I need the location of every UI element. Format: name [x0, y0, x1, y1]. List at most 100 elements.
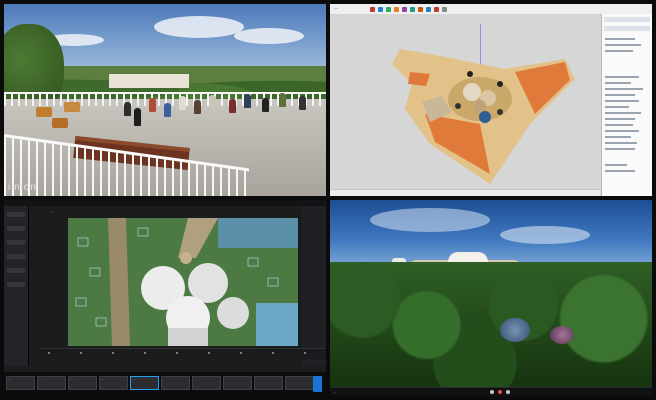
timeline-marker[interactable] — [240, 352, 242, 354]
outliner-item[interactable] — [605, 170, 635, 172]
window-title: ... — [334, 5, 339, 11]
dome — [474, 100, 486, 112]
timeline-marker[interactable] — [144, 352, 146, 354]
scene-thumbnail[interactable] — [254, 376, 283, 390]
person — [244, 94, 251, 108]
person — [149, 98, 156, 112]
scene-thumbnail[interactable]: ... — [68, 376, 97, 390]
toolbar-tool-icon[interactable] — [442, 7, 447, 12]
person — [124, 102, 131, 116]
lounge-chair — [36, 107, 52, 117]
scene-thumbnail[interactable]: ... — [99, 376, 128, 390]
cloud — [154, 16, 244, 38]
person — [262, 98, 269, 112]
person — [179, 96, 186, 110]
playback-bar: ... — [330, 387, 652, 396]
cloud — [370, 208, 490, 232]
render-editor-window: ... ... ... ... ... ... — [4, 200, 326, 396]
toolbar-tool-icon[interactable] — [378, 7, 383, 12]
panel-header[interactable] — [604, 17, 650, 22]
scene-thumbnail[interactable]: ... — [6, 376, 35, 390]
view-tab-title[interactable]: ... — [50, 209, 53, 214]
outliner-item[interactable] — [605, 82, 631, 84]
toolbar-tool-icon[interactable] — [394, 7, 399, 12]
outliner-item[interactable] — [605, 44, 641, 46]
sidebar-tool-button[interactable] — [7, 226, 25, 231]
flower-bed — [500, 318, 530, 342]
thumbnail-label: ... — [8, 377, 11, 381]
outliner-item[interactable] — [605, 76, 639, 78]
scene-thumbnail[interactable] — [161, 376, 190, 390]
sidebar-tool-button[interactable] — [7, 268, 25, 273]
forest — [330, 262, 652, 388]
sidebar-tool-button[interactable] — [7, 282, 25, 287]
thumbnail-label: ... — [132, 377, 135, 381]
scene-thumbnail[interactable] — [192, 376, 221, 390]
outliner-item[interactable] — [605, 50, 633, 52]
sidebar-tool-button[interactable] — [7, 240, 25, 245]
pool — [479, 111, 491, 123]
outliner-item[interactable] — [605, 124, 633, 126]
toolbar-tool-icon[interactable] — [418, 7, 423, 12]
timeline-marker[interactable] — [176, 352, 178, 354]
outliner-item[interactable] — [605, 118, 635, 120]
panel-header[interactable] — [604, 26, 650, 31]
lounge-chair — [64, 102, 80, 112]
thumbnail-label: ... — [70, 377, 73, 381]
toolbar-tool-icon[interactable] — [386, 7, 391, 12]
previous-icon[interactable] — [490, 390, 494, 394]
timeline-bar[interactable] — [40, 348, 326, 359]
toolbar-tool-icon[interactable] — [370, 7, 375, 12]
person — [299, 96, 306, 110]
outliner-item[interactable] — [605, 136, 631, 138]
timeline-marker[interactable] — [304, 352, 306, 354]
outliner-item[interactable] — [605, 88, 643, 90]
toolbar-tool-icon[interactable] — [434, 7, 439, 12]
outliner-item[interactable] — [605, 142, 637, 144]
outliner-item[interactable] — [605, 130, 639, 132]
toolbar-tool-icon[interactable] — [402, 7, 407, 12]
aerial-scene — [68, 218, 298, 346]
watermark-logo: imion — [8, 182, 37, 193]
scene-thumbnail[interactable] — [223, 376, 252, 390]
tree-marker — [467, 71, 473, 77]
left-toolbar — [4, 206, 29, 366]
timeline-marker[interactable] — [208, 352, 210, 354]
cloud — [500, 226, 590, 244]
outliner-item[interactable] — [605, 164, 627, 166]
outliner-item[interactable] — [605, 148, 635, 150]
timeline-marker[interactable] — [80, 352, 82, 354]
timeline-marker[interactable] — [112, 352, 114, 354]
title-bar — [4, 200, 326, 206]
next-icon[interactable] — [506, 390, 510, 394]
scene-thumbnail[interactable] — [285, 376, 314, 390]
person — [209, 95, 216, 109]
scene-thumbnail[interactable]: ... — [37, 376, 66, 390]
toolbar-tool-icon[interactable] — [426, 7, 431, 12]
building-roof — [448, 252, 488, 262]
modeling-app-window: ... — [330, 4, 652, 196]
outliner-item[interactable] — [605, 100, 639, 102]
sidebar-tool-button[interactable] — [7, 212, 25, 217]
outliner-item[interactable] — [605, 94, 635, 96]
tree-marker — [497, 81, 503, 87]
timeline-marker[interactable] — [272, 352, 274, 354]
add-scene-button[interactable] — [313, 376, 322, 392]
outliner-item[interactable] — [605, 38, 635, 40]
3d-viewport[interactable] — [330, 14, 600, 196]
scene-thumbnail-active[interactable]: ... — [130, 376, 159, 390]
status-bar — [330, 189, 600, 196]
status-text: ... — [333, 389, 337, 394]
pool-area — [218, 218, 298, 248]
dome — [217, 297, 249, 329]
person — [194, 100, 201, 114]
outliner-item[interactable] — [605, 106, 629, 108]
sidebar-tool-button[interactable] — [7, 254, 25, 259]
timeline-marker[interactable] — [48, 352, 50, 354]
outliner-item[interactable] — [605, 112, 641, 114]
record-icon[interactable] — [498, 390, 502, 394]
outliner-panel — [601, 14, 652, 196]
render-viewport[interactable] — [68, 218, 298, 346]
toolbar-tool-icon[interactable] — [410, 7, 415, 12]
bar-structure — [109, 74, 189, 88]
